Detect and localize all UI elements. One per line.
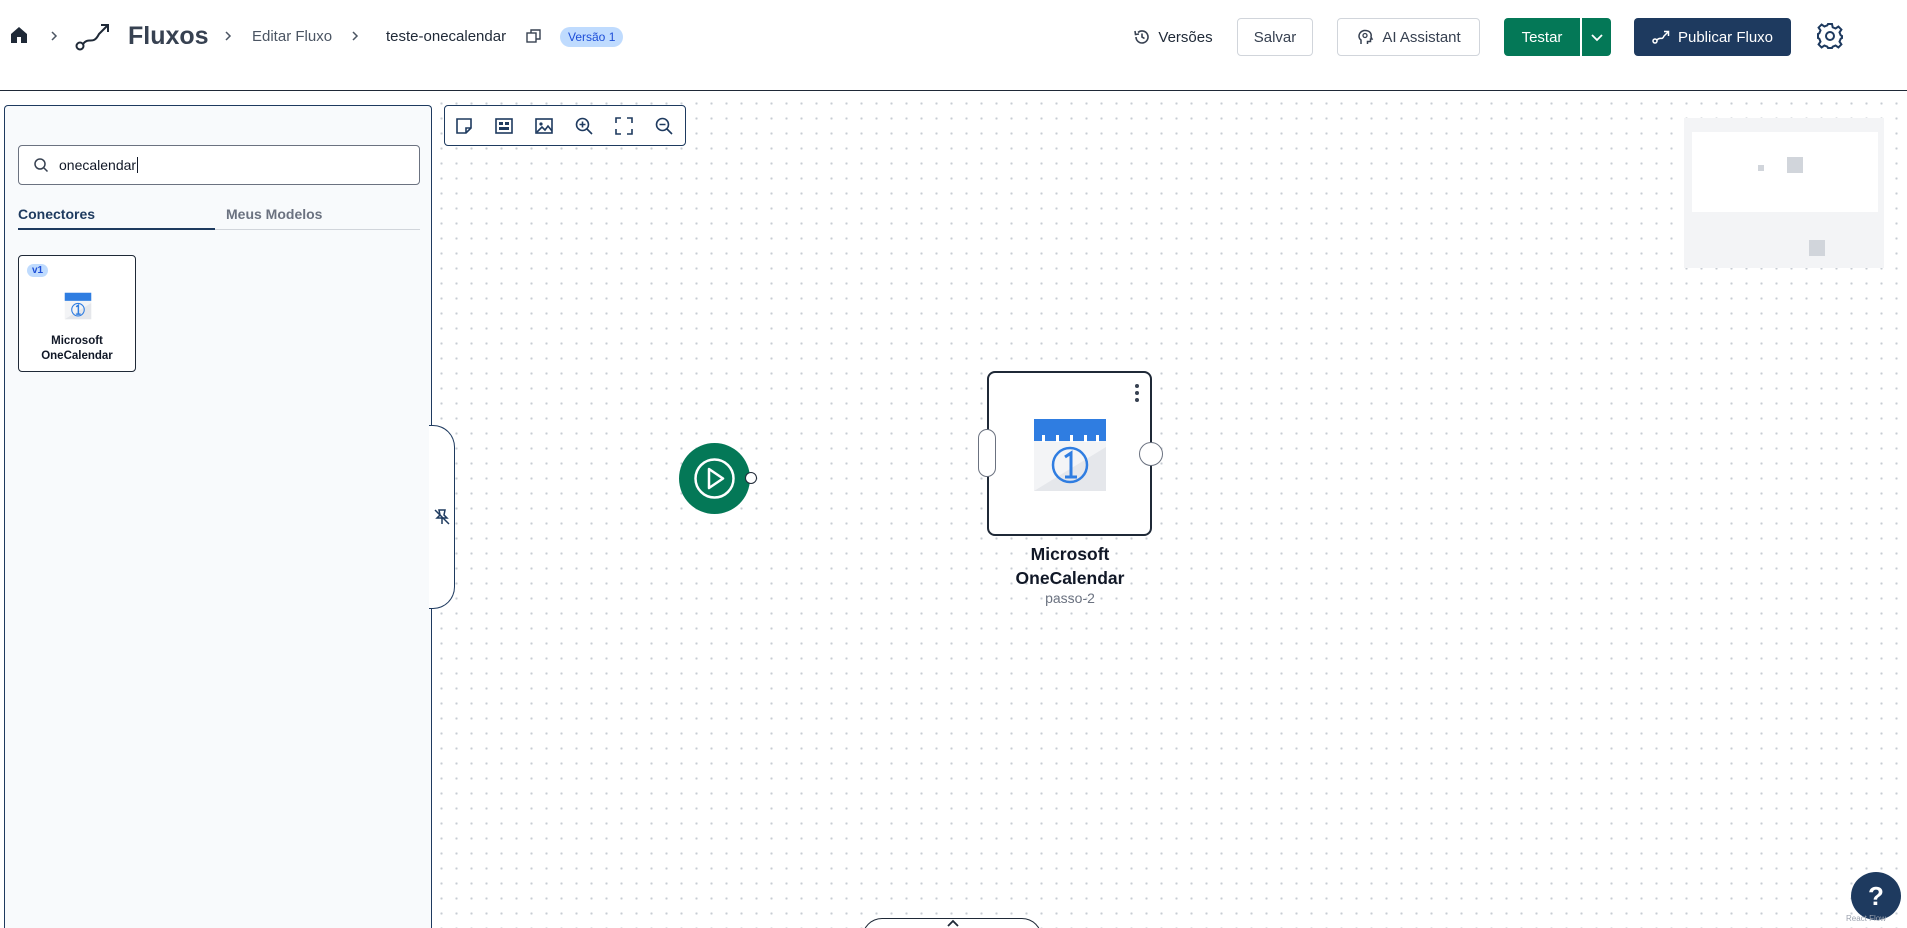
minimap-node xyxy=(1758,165,1764,171)
template-icon[interactable] xyxy=(494,116,514,136)
play-icon xyxy=(694,458,735,499)
history-icon xyxy=(1133,28,1151,46)
version-badge: Versão 1 xyxy=(560,27,624,47)
start-output-handle[interactable] xyxy=(745,472,757,484)
react-flow-attribution[interactable]: React Flow xyxy=(1846,914,1886,923)
ai-head-icon xyxy=(1356,28,1374,46)
test-dropdown-button[interactable] xyxy=(1581,18,1611,56)
image-icon[interactable] xyxy=(534,116,554,136)
ai-assistant-label: AI Assistant xyxy=(1382,28,1461,46)
sidebar-tabs: Conectores Meus Modelos xyxy=(18,206,420,230)
step-node-onecalendar[interactable] xyxy=(987,371,1152,536)
search-value: onecalendar xyxy=(59,157,137,173)
search-input[interactable]: onecalendar xyxy=(18,145,420,185)
connector-card-onecalendar[interactable]: v1 Microsoft OneCalendar xyxy=(18,255,136,372)
publish-flow-label: Publicar Fluxo xyxy=(1677,28,1774,46)
version-badge: v1 xyxy=(27,264,49,277)
zoom-in-icon[interactable] xyxy=(574,116,594,136)
fit-view-icon[interactable] xyxy=(614,116,634,136)
connector-label-line1: Microsoft xyxy=(51,335,103,347)
start-trigger-node[interactable] xyxy=(679,443,750,514)
breadcrumb-edit-flow[interactable]: Editar Fluxo xyxy=(252,28,332,45)
chevron-up-icon xyxy=(947,919,959,927)
app-root: Fluxos Editar Fluxo teste-onecalendar Ve… xyxy=(0,0,1907,928)
chevron-right-icon xyxy=(48,30,60,42)
save-button[interactable]: Salvar xyxy=(1237,18,1313,56)
bottom-panel-toggle[interactable] xyxy=(862,918,1042,928)
calendar-icon xyxy=(64,292,92,320)
text-caret xyxy=(137,157,139,173)
ai-assistant-button[interactable]: AI Assistant xyxy=(1337,18,1480,56)
flow-icon xyxy=(1652,30,1670,44)
minimap-node xyxy=(1787,157,1803,173)
versions-button[interactable]: Versões xyxy=(1128,18,1218,56)
gear-icon[interactable] xyxy=(1816,22,1844,50)
chevron-right-icon xyxy=(349,30,361,42)
step-input-handle[interactable] xyxy=(978,429,996,477)
minimap-node xyxy=(1809,240,1825,256)
kebab-menu-icon[interactable] xyxy=(1130,382,1144,404)
connector-card-label: Microsoft OneCalendar xyxy=(19,334,135,364)
step-node-title-line1: Microsoft xyxy=(1030,544,1110,564)
flow-icon xyxy=(75,20,111,52)
tab-meus-modelos[interactable]: Meus Modelos xyxy=(226,206,322,230)
tab-conectores[interactable]: Conectores xyxy=(18,206,215,230)
connectors-sidebar: onecalendar Conectores Meus Modelos v1 M… xyxy=(4,105,432,928)
step-output-handle[interactable] xyxy=(1139,442,1163,466)
sticky-note-icon[interactable] xyxy=(454,116,474,136)
copy-icon[interactable] xyxy=(526,29,541,44)
top-header: Fluxos Editar Fluxo teste-onecalendar Ve… xyxy=(0,0,1907,91)
test-button[interactable]: Testar xyxy=(1504,18,1580,56)
calendar-icon xyxy=(1034,419,1106,491)
flow-name: teste-onecalendar xyxy=(386,28,507,45)
canvas-toolbar xyxy=(444,105,686,146)
home-icon[interactable] xyxy=(9,25,29,45)
step-node-title: Microsoft OneCalendar xyxy=(960,542,1180,590)
section-title[interactable]: Fluxos xyxy=(128,22,209,51)
help-button[interactable]: ? xyxy=(1851,872,1901,920)
step-node-subtitle: passo-2 xyxy=(1045,590,1095,606)
connector-label-line2: OneCalendar xyxy=(41,350,113,362)
chevron-right-icon xyxy=(222,30,234,42)
zoom-out-icon[interactable] xyxy=(654,116,674,136)
search-icon xyxy=(34,158,49,173)
chevron-down-icon xyxy=(1590,34,1603,42)
versions-label: Versões xyxy=(1158,28,1213,46)
publish-flow-button[interactable]: Publicar Fluxo xyxy=(1634,18,1791,56)
pin-off-icon[interactable] xyxy=(433,508,451,526)
step-node-title-line2: OneCalendar xyxy=(1015,568,1125,588)
minimap-viewport xyxy=(1692,132,1878,212)
